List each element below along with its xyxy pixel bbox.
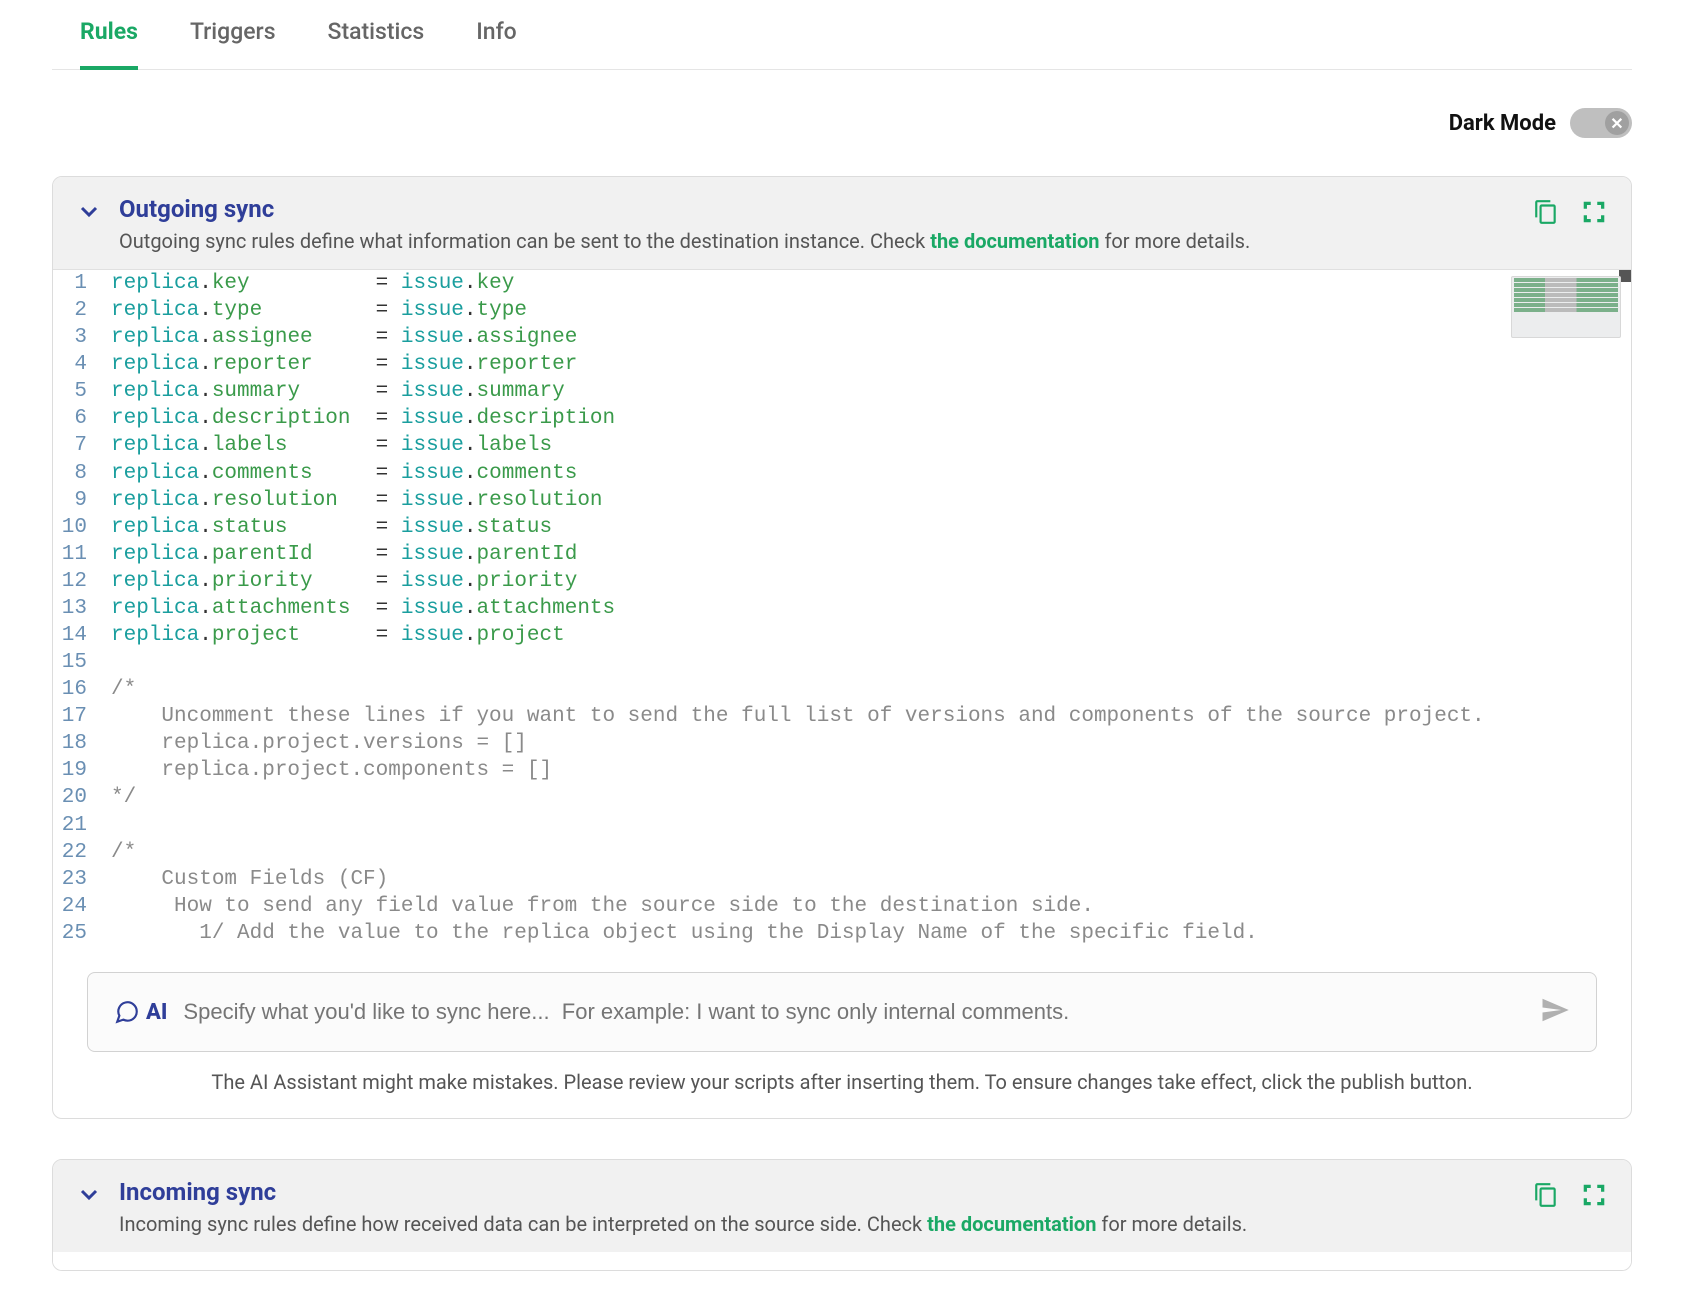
outgoing-panel-actions — [1533, 195, 1607, 229]
copy-icon[interactable] — [1533, 199, 1559, 229]
dark-mode-label: Dark Mode — [1449, 111, 1556, 136]
copy-icon[interactable] — [1533, 1182, 1559, 1212]
outgoing-sync-header: Outgoing sync Outgoing sync rules define… — [53, 177, 1631, 270]
line-number-gutter: 1234567891011121314151617181920212223242… — [53, 270, 111, 946]
incoming-sync-panel: Incoming sync Incoming sync rules define… — [52, 1159, 1632, 1271]
outgoing-doc-link[interactable]: the documentation — [930, 229, 1099, 253]
tab-bar: Rules Triggers Statistics Info — [52, 0, 1632, 70]
chevron-down-icon[interactable] — [77, 199, 105, 227]
chevron-down-icon[interactable] — [77, 1182, 105, 1210]
tab-info[interactable]: Info — [476, 0, 517, 69]
dark-mode-toggle[interactable]: ✕ — [1570, 108, 1632, 138]
outgoing-code-editor[interactable]: 1234567891011121314151617181920212223242… — [53, 270, 1631, 946]
tab-triggers[interactable]: Triggers — [190, 0, 276, 69]
incoming-panel-actions — [1533, 1178, 1607, 1212]
incoming-sync-header: Incoming sync Incoming sync rules define… — [53, 1160, 1631, 1252]
ai-disclaimer: The AI Assistant might make mistakes. Pl… — [87, 1052, 1597, 1100]
outgoing-sync-description: Outgoing sync rules define what informat… — [119, 229, 1250, 253]
incoming-sync-description: Incoming sync rules define how received … — [119, 1212, 1247, 1236]
close-icon: ✕ — [1605, 111, 1629, 135]
incoming-sync-title: Incoming sync — [119, 1178, 1247, 1206]
send-icon[interactable] — [1540, 995, 1570, 1029]
ai-prompt-input[interactable] — [183, 999, 1524, 1025]
tab-rules[interactable]: Rules — [80, 0, 138, 69]
tab-statistics[interactable]: Statistics — [328, 0, 425, 69]
ai-badge-label: AI — [146, 1000, 167, 1025]
code-content[interactable]: replica.key = issue.keyreplica.type = is… — [111, 270, 1631, 946]
ai-assistant-block: AI The AI Assistant might make mistakes.… — [53, 946, 1631, 1118]
outgoing-sync-title: Outgoing sync — [119, 195, 1250, 223]
fullscreen-icon[interactable] — [1581, 199, 1607, 229]
outgoing-sync-panel: Outgoing sync Outgoing sync rules define… — [52, 176, 1632, 1119]
incoming-code-editor[interactable] — [53, 1252, 1631, 1270]
incoming-doc-link[interactable]: the documentation — [927, 1212, 1096, 1236]
ai-chat-icon: AI — [114, 999, 167, 1025]
ai-input-row: AI — [87, 972, 1597, 1052]
fullscreen-icon[interactable] — [1581, 1182, 1607, 1212]
editor-minimap[interactable] — [1511, 276, 1621, 338]
dark-mode-row: Dark Mode ✕ — [52, 70, 1632, 176]
